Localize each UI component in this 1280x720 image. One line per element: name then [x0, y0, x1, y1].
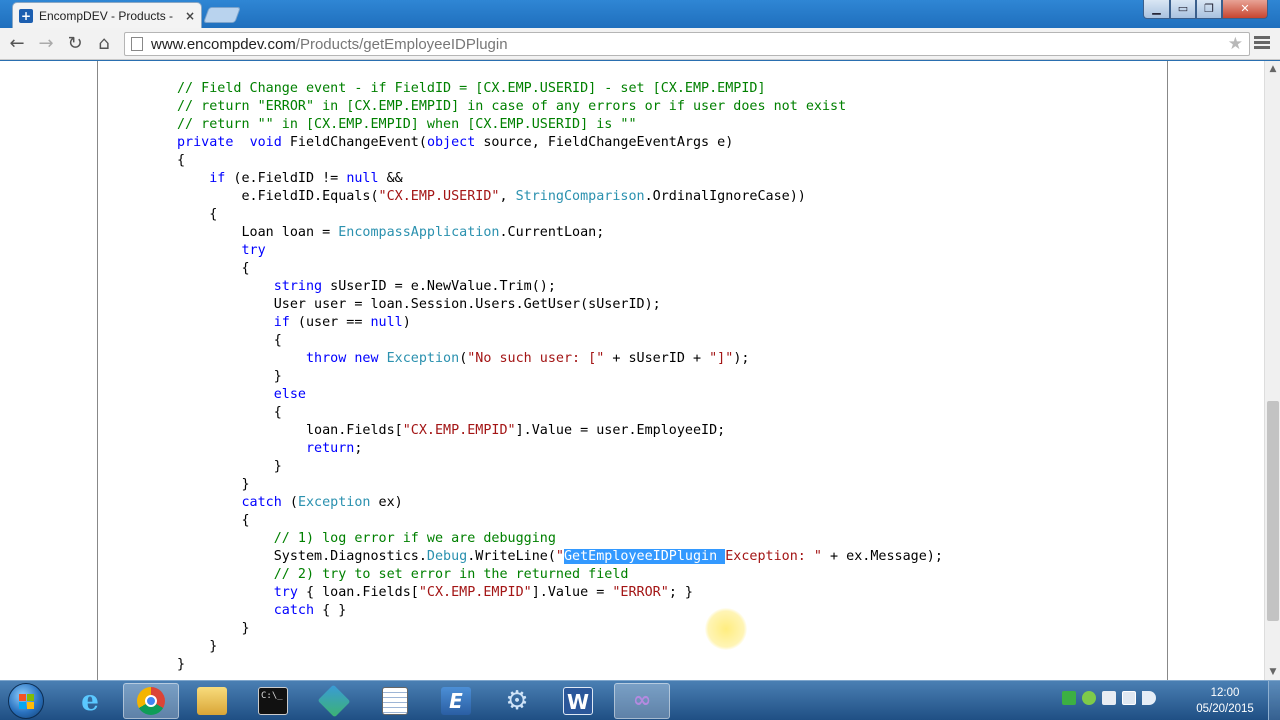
- code-line: Loan loan = EncompassApplication.Current…: [177, 225, 605, 240]
- code-line: }: [177, 477, 250, 492]
- chrome-menu-icon[interactable]: [1254, 34, 1270, 54]
- code-line: User user = loan.Session.Users.GetUser(s…: [177, 297, 661, 312]
- tray-flag-icon[interactable]: [1102, 691, 1116, 705]
- system-tray: [1062, 691, 1156, 705]
- code-line: {: [177, 153, 186, 168]
- url-host: www.encompdev.com: [151, 35, 296, 53]
- code-line: if (user == null): [273, 315, 411, 330]
- code-line: {: [177, 333, 282, 348]
- code-line: private void FieldChangeEvent(object sou…: [177, 135, 734, 150]
- word-icon[interactable]: W: [550, 683, 606, 719]
- code-line: catch { }: [273, 603, 347, 618]
- notepad-icon[interactable]: [367, 683, 423, 719]
- code-line: try { loan.Fields["CX.EMP.EMPID"].Value …: [273, 585, 693, 600]
- code-line: {: [177, 207, 218, 222]
- code-block: // Field Change event - if FieldID = [CX…: [97, 61, 1168, 680]
- code-line: try: [241, 243, 266, 258]
- code-line: e.FieldID.Equals("CX.EMP.USERID", String…: [177, 189, 806, 204]
- code-line: }: [177, 459, 282, 474]
- code-line: {: [177, 513, 250, 528]
- minimize-button[interactable]: ▁: [1143, 0, 1170, 19]
- mouse-cursor-highlight: [705, 608, 747, 650]
- code-line: {: [177, 405, 282, 420]
- site-favicon-icon: +: [19, 8, 33, 23]
- restore-button[interactable]: ❐: [1196, 0, 1222, 19]
- code-line: // Field Change event - if FieldID = [CX…: [177, 81, 766, 96]
- page-icon: [131, 37, 143, 51]
- new-tab-button[interactable]: [203, 7, 241, 23]
- visual-studio-icon[interactable]: ∞: [614, 683, 670, 719]
- bookmark-star-icon[interactable]: ★: [1228, 34, 1243, 54]
- code-line: }: [177, 657, 186, 672]
- file-explorer-icon[interactable]: [184, 683, 240, 719]
- tray-app-icon[interactable]: [1062, 691, 1076, 705]
- code-line: }: [177, 639, 218, 654]
- browser-tab-active[interactable]: + EncompDEV - Products - ×: [12, 2, 202, 28]
- code-line: {: [177, 261, 250, 276]
- forward-arrow-icon[interactable]: →: [34, 32, 58, 56]
- internet-explorer-icon[interactable]: e: [62, 683, 118, 719]
- code-line: }: [177, 621, 250, 636]
- code-line: System.Diagnostics.Debug.WriteLine("GetE…: [177, 549, 943, 564]
- clock-time: 12:00: [1210, 687, 1240, 699]
- close-window-button[interactable]: ✕: [1222, 0, 1268, 19]
- editor-e-icon[interactable]: E: [428, 683, 484, 719]
- page-content: // Field Change event - if FieldID = [CX…: [0, 61, 1264, 680]
- code-line: if (e.FieldID != null &&: [209, 171, 403, 186]
- code-line: catch (Exception ex): [241, 495, 403, 510]
- settings-gear-icon[interactable]: ⚙: [489, 683, 545, 719]
- selected-text-highlight[interactable]: GetEmployeeIDPlugin: [563, 549, 726, 564]
- scroll-down-icon[interactable]: ▼: [1265, 664, 1280, 680]
- url-path: /Products/getEmployeeIDPlugin: [295, 35, 508, 53]
- taskbar-clock[interactable]: 12:00 05/20/2015: [1190, 685, 1260, 717]
- vertical-scrollbar[interactable]: ▲ ▼: [1264, 61, 1280, 680]
- puzzle-icon[interactable]: [306, 683, 362, 719]
- tray-volume-icon[interactable]: [1142, 691, 1156, 705]
- code-line: string sUserID = e.NewValue.Trim();: [273, 279, 556, 294]
- show-desktop-button[interactable]: [1268, 681, 1280, 720]
- scroll-up-icon[interactable]: ▲: [1265, 61, 1280, 77]
- window-title-bar: + EncompDEV - Products - × ▁ ▭ ❐ ✕: [0, 0, 1280, 28]
- code-line: return;: [306, 441, 363, 456]
- home-icon[interactable]: ⌂: [92, 32, 116, 56]
- browser-toolbar: ← → ↻ ⌂ www.encompdev.com/Products/getEm…: [0, 28, 1280, 60]
- code-line: loan.Fields["CX.EMP.EMPID"].Value = user…: [177, 423, 726, 438]
- tray-check-icon[interactable]: [1082, 691, 1096, 705]
- code-line: // return "ERROR" in [CX.EMP.EMPID] in c…: [177, 99, 847, 114]
- clock-date: 05/20/2015: [1196, 703, 1254, 715]
- maximize-button[interactable]: ▭: [1170, 0, 1196, 19]
- start-button[interactable]: [8, 683, 44, 719]
- back-arrow-icon[interactable]: ←: [5, 32, 29, 56]
- cmd-prompt-icon[interactable]: C:\_: [245, 683, 301, 719]
- tray-network-icon[interactable]: [1122, 691, 1136, 705]
- windows-taskbar: e C:\_ E ⚙ W ∞ 12:00 05/20/2015: [0, 680, 1280, 720]
- reload-icon[interactable]: ↻: [63, 32, 87, 56]
- code-line: else: [273, 387, 306, 402]
- code-line: throw new Exception("No such user: [" + …: [306, 351, 750, 366]
- code-line: // 1) log error if we are debugging: [273, 531, 556, 546]
- code-line: // return "" in [CX.EMP.EMPID] when [CX.…: [177, 117, 637, 132]
- code-line: }: [177, 369, 282, 384]
- tab-title: EncompDEV - Products -: [39, 8, 179, 23]
- scroll-thumb[interactable]: [1267, 401, 1279, 621]
- address-bar[interactable]: www.encompdev.com/Products/getEmployeeID…: [124, 32, 1250, 56]
- code-line: // 2) try to set error in the returned f…: [273, 567, 629, 582]
- tab-close-icon[interactable]: ×: [185, 9, 195, 23]
- chrome-icon[interactable]: [123, 683, 179, 719]
